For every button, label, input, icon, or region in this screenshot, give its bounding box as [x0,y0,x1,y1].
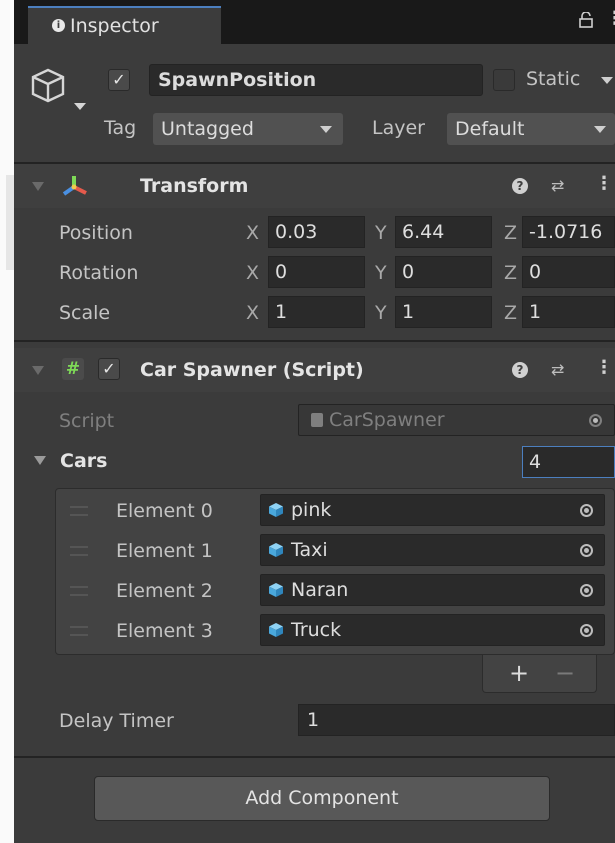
static-dropdown-icon[interactable] [601,77,613,84]
lock-icon[interactable] [579,11,593,28]
axis-z-label[interactable]: Z [504,222,517,244]
help-icon[interactable]: ? [512,362,528,378]
layer-chevron-down-icon [594,126,606,133]
object-picker-icon[interactable] [580,544,593,557]
element-label: Element 0 [116,500,213,522]
object-picker-icon[interactable] [580,624,593,637]
element-label: Element 3 [116,620,213,642]
rotation-x-field[interactable]: 0 [268,256,365,288]
add-element-button[interactable]: + [509,659,529,687]
tag-dropdown[interactable]: Untagged [153,113,343,145]
prefab-cube-icon [269,623,283,637]
position-label: Position [59,222,133,244]
delay-timer-field[interactable]: 1 [298,704,615,736]
delay-timer-label: Delay Timer [59,710,174,732]
rotation-label: Rotation [59,262,139,284]
drag-handle-icon[interactable] [70,546,88,556]
script-label: Script [59,410,115,432]
object-picker-icon[interactable] [580,584,593,597]
gameobject-cube-icon[interactable] [30,67,86,121]
left-edge [0,0,14,843]
kebab-menu-icon[interactable]: ⋮ [606,8,615,29]
info-icon: i [52,19,65,32]
layer-value: Default [455,118,525,140]
car-spawner-title: Car Spawner (Script) [140,359,364,381]
script-enabled-checkbox[interactable]: ✓ [98,358,120,380]
axis-x-label[interactable]: X [246,222,259,244]
transform-axes-icon [62,172,90,202]
position-x-field[interactable]: 0.03 [268,216,365,248]
element-label: Element 2 [116,580,213,602]
add-component-button[interactable]: Add Component [94,776,550,821]
drag-handle-icon[interactable] [70,626,88,636]
tag-chevron-down-icon [320,126,332,133]
script-field: CarSpawner [298,404,615,436]
cars-foldout-icon[interactable] [34,456,46,465]
rotation-y-field[interactable]: 0 [395,256,492,288]
tab-inspector[interactable]: i Inspector [28,6,221,44]
scale-z-field[interactable]: 1 [522,296,615,328]
element-1-field[interactable]: Taxi [260,534,605,566]
tab-bar: i Inspector ⋮ [14,0,615,44]
element-0-field[interactable]: pink [260,494,605,526]
position-y-field[interactable]: 6.44 [395,216,492,248]
kebab-menu-icon[interactable]: ⋮ [595,357,613,378]
inspector-window: i Inspector ⋮ ✓ SpawnPosition Static Tag… [0,0,615,843]
scale-y-field[interactable]: 1 [395,296,492,328]
cars-size-field[interactable]: 4 [522,446,615,478]
object-name-field[interactable]: SpawnPosition [149,64,483,96]
prefab-cube-icon [269,583,283,597]
drag-handle-icon[interactable] [70,506,88,516]
element-3-field[interactable]: Truck [260,614,605,646]
tag-label: Tag [104,117,137,139]
script-file-icon [311,413,323,427]
object-picker-icon[interactable] [580,504,593,517]
object-picker-icon [589,414,602,427]
script-hash-icon: # [62,358,84,380]
element-label: Element 1 [116,540,213,562]
axis-z-label[interactable]: Z [504,262,517,284]
preset-icon[interactable]: ⇄ [551,176,564,195]
scale-x-field[interactable]: 1 [268,296,365,328]
car-spawner-foldout-icon[interactable] [32,366,44,375]
layer-dropdown[interactable]: Default [447,113,615,145]
static-checkbox[interactable] [493,69,515,91]
cars-label[interactable]: Cars [60,450,107,472]
transform-title: Transform [140,175,249,197]
script-value: CarSpawner [329,409,445,431]
divider [14,340,615,342]
list-add-remove: + − [482,655,597,693]
remove-element-button[interactable]: − [555,659,575,687]
axis-y-label[interactable]: Y [375,222,387,244]
element-2-field[interactable]: Naran [260,574,605,606]
help-icon[interactable]: ? [512,178,528,194]
static-label: Static [526,68,581,90]
scale-label: Scale [59,302,111,324]
axis-y-label[interactable]: Y [375,302,387,324]
transform-foldout-icon[interactable] [32,182,44,191]
preset-icon[interactable]: ⇄ [551,360,564,379]
axis-y-label[interactable]: Y [375,262,387,284]
axis-x-label[interactable]: X [246,302,259,324]
axis-z-label[interactable]: Z [504,302,517,324]
layer-label: Layer [372,117,425,139]
rotation-z-field[interactable]: 0 [522,256,615,288]
prefab-cube-icon [269,503,283,517]
divider [14,756,615,758]
active-checkbox[interactable]: ✓ [108,69,130,91]
drag-handle-icon[interactable] [70,586,88,596]
axis-x-label[interactable]: X [246,262,259,284]
tab-title: Inspector [70,15,159,37]
position-z-field[interactable]: -1.0716 [522,216,615,248]
tag-value: Untagged [161,118,254,140]
prefab-cube-icon [269,543,283,557]
kebab-menu-icon[interactable]: ⋮ [595,173,613,194]
